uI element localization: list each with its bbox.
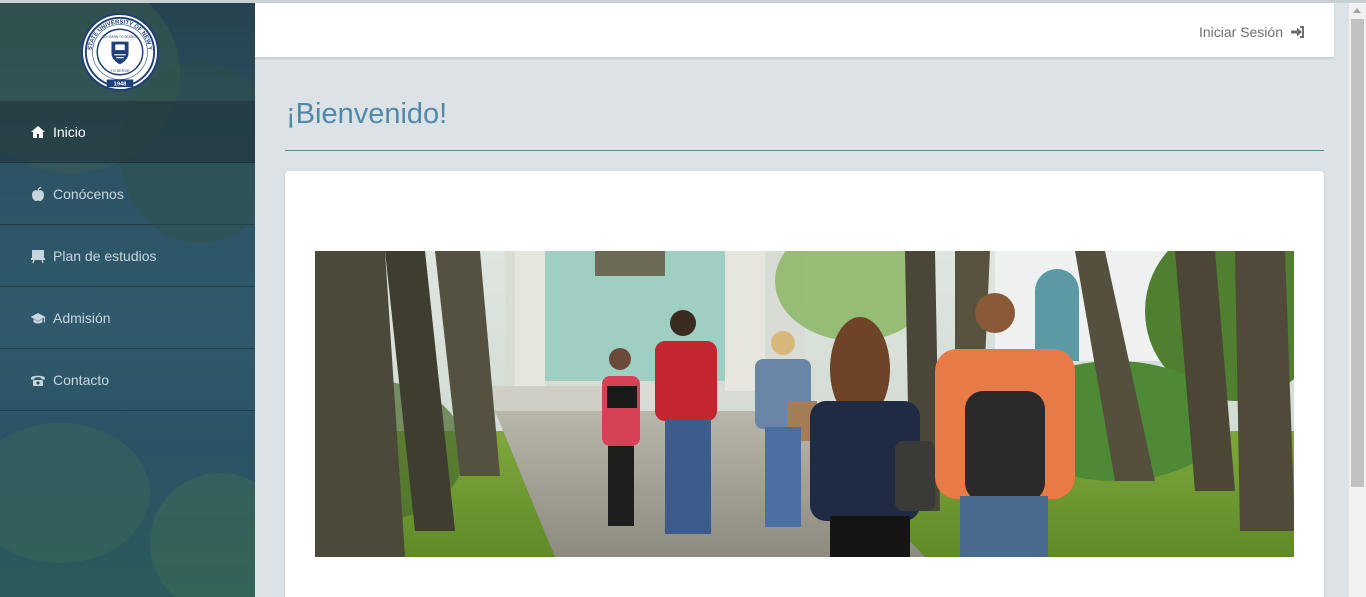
seal-year: 1948 [114, 82, 127, 88]
vertical-scrollbar[interactable] [1349, 3, 1366, 597]
sidebar-item-label: Inicio [53, 123, 86, 140]
sidebar-bg-foliage [150, 473, 255, 597]
sidebar-item-label: Conócenos [53, 185, 124, 202]
hero-image [315, 251, 1294, 557]
sidebar-item-label: Plan de estudios [53, 247, 157, 264]
sidebar-item-admision[interactable]: Admisión [0, 287, 255, 349]
home-icon [30, 124, 46, 140]
sidebar-item-conocenos[interactable]: Conócenos [0, 163, 255, 225]
logo-area: STATE UNIVERSITY OF NEW YORK TO SERVE TO… [0, 3, 255, 101]
login-label: Iniciar Sesión [1198, 24, 1283, 40]
sidebar-nav: Inicio Conócenos Plan de estudios Admisi… [0, 101, 255, 411]
scroll-up-arrow[interactable] [1353, 8, 1361, 13]
blackboard-icon [30, 248, 46, 264]
page-title: ¡Bienvenido! [286, 98, 448, 130]
seal-motto-top: TO LEARN TO SEARCH [102, 35, 138, 39]
sidebar: STATE UNIVERSITY OF NEW YORK TO SERVE TO… [0, 3, 255, 597]
phone-icon [30, 372, 46, 388]
sidebar-item-label: Admisión [53, 309, 111, 326]
log-in-icon [1290, 24, 1306, 40]
login-link[interactable]: Iniciar Sesión [1199, 24, 1306, 40]
students-walking-campus-photo [315, 251, 1294, 557]
top-header: Iniciar Sesión [255, 3, 1334, 58]
sidebar-item-plan-de-estudios[interactable]: Plan de estudios [0, 225, 255, 287]
university-seal-logo[interactable]: STATE UNIVERSITY OF NEW YORK TO SERVE TO… [81, 13, 159, 91]
seal-motto-bottom: TO SERVE [111, 69, 130, 73]
education-icon [30, 310, 46, 326]
seal-graphic: STATE UNIVERSITY OF NEW YORK TO SERVE TO… [83, 15, 156, 88]
sidebar-bg-foliage [0, 423, 150, 563]
sidebar-item-inicio[interactable]: Inicio [0, 101, 255, 163]
sidebar-item-label: Contacto [53, 371, 110, 388]
scroll-thumb[interactable] [1351, 19, 1364, 487]
title-divider [285, 150, 1324, 151]
sidebar-item-contacto[interactable]: Contacto [0, 349, 255, 411]
apple-icon [30, 186, 46, 202]
